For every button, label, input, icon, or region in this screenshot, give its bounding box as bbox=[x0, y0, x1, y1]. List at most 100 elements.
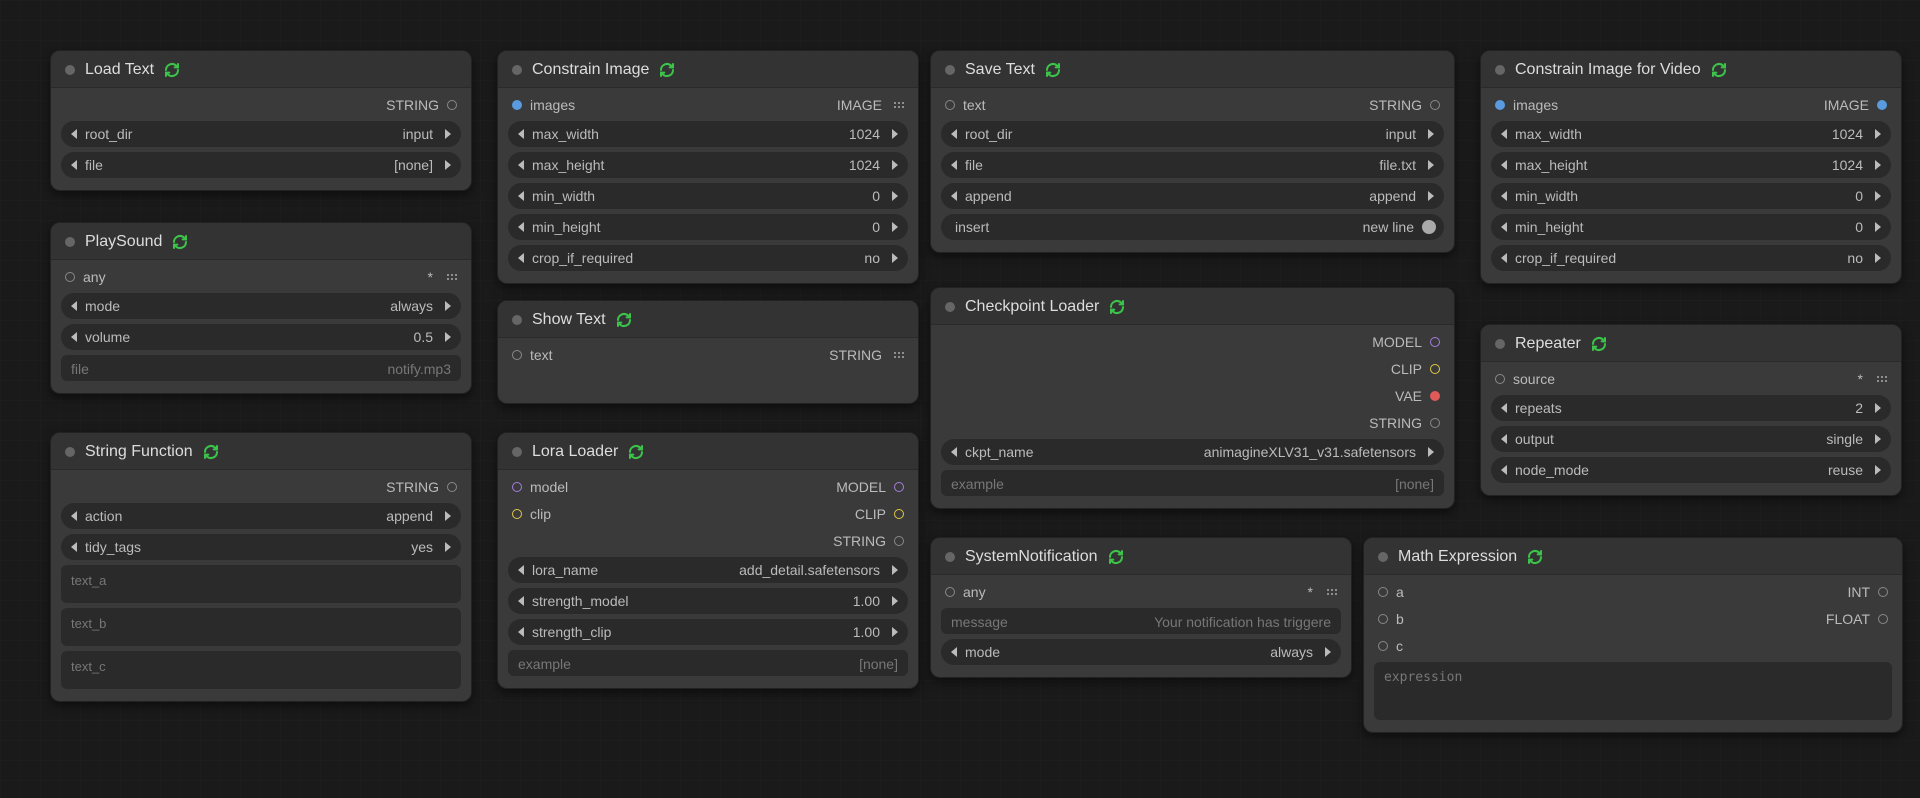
arrow-right-icon[interactable] bbox=[892, 129, 898, 139]
arrow-right-icon[interactable] bbox=[892, 253, 898, 263]
arrow-left-icon[interactable] bbox=[518, 565, 524, 575]
grip-icon[interactable] bbox=[447, 274, 457, 280]
collapse-dot-icon[interactable] bbox=[512, 447, 522, 457]
port-icon[interactable] bbox=[945, 587, 955, 597]
widget-max-width[interactable]: max_width1024 bbox=[508, 121, 908, 147]
widget-output[interactable]: outputsingle bbox=[1491, 426, 1891, 452]
output-image[interactable]: IMAGE bbox=[837, 97, 904, 113]
collapse-dot-icon[interactable] bbox=[1378, 552, 1388, 562]
port-icon[interactable] bbox=[1877, 100, 1887, 110]
widget-mode[interactable]: modealways bbox=[941, 639, 1341, 665]
arrow-right-icon[interactable] bbox=[445, 511, 451, 521]
arrow-right-icon[interactable] bbox=[892, 565, 898, 575]
collapse-dot-icon[interactable] bbox=[65, 447, 75, 457]
arrow-right-icon[interactable] bbox=[1875, 403, 1881, 413]
arrow-right-icon[interactable] bbox=[1428, 447, 1434, 457]
node-header[interactable]: Lora Loader bbox=[498, 433, 918, 470]
arrow-right-icon[interactable] bbox=[1325, 647, 1331, 657]
port-icon[interactable] bbox=[1378, 614, 1388, 624]
arrow-left-icon[interactable] bbox=[1501, 191, 1507, 201]
node-playsound[interactable]: PlaySound any * mode always volume 0.5 bbox=[50, 222, 472, 394]
port-icon[interactable] bbox=[1878, 587, 1888, 597]
widget-crop-if-required[interactable]: crop_if_requiredno bbox=[1491, 245, 1891, 271]
node-header[interactable]: PlaySound bbox=[51, 223, 471, 260]
arrow-left-icon[interactable] bbox=[71, 160, 77, 170]
widget-append[interactable]: appendappend bbox=[941, 183, 1444, 209]
widget-min-height[interactable]: min_height0 bbox=[508, 214, 908, 240]
output-string[interactable]: STRING bbox=[61, 94, 461, 116]
node-system-notification[interactable]: SystemNotification any * message Your no… bbox=[930, 537, 1352, 678]
collapse-dot-icon[interactable] bbox=[512, 315, 522, 325]
grip-icon[interactable] bbox=[894, 102, 904, 108]
port-icon[interactable] bbox=[1378, 587, 1388, 597]
widget-max-width[interactable]: max_width1024 bbox=[1491, 121, 1891, 147]
output-int[interactable]: INT bbox=[1847, 584, 1888, 600]
output-model[interactable]: MODEL bbox=[941, 331, 1444, 353]
output-float[interactable]: FLOAT bbox=[1826, 611, 1888, 627]
port-icon[interactable] bbox=[1430, 337, 1440, 347]
node-header[interactable]: SystemNotification bbox=[931, 538, 1351, 575]
widget-mode[interactable]: mode always bbox=[61, 293, 461, 319]
port-icon[interactable] bbox=[512, 350, 522, 360]
arrow-right-icon[interactable] bbox=[445, 160, 451, 170]
arrow-left-icon[interactable] bbox=[71, 332, 77, 342]
widget-tidy-tags[interactable]: tidy_tags yes bbox=[61, 534, 461, 560]
arrow-right-icon[interactable] bbox=[1875, 253, 1881, 263]
widget-max-height[interactable]: max_height1024 bbox=[508, 152, 908, 178]
port-icon[interactable] bbox=[1495, 374, 1505, 384]
arrow-right-icon[interactable] bbox=[1875, 191, 1881, 201]
widget-file[interactable]: filefile.txt bbox=[941, 152, 1444, 178]
widget-insert[interactable]: insert new line bbox=[941, 214, 1444, 240]
node-header[interactable]: Checkpoint Loader bbox=[931, 288, 1454, 325]
port-icon[interactable] bbox=[1430, 418, 1440, 428]
widget-strength-clip[interactable]: strength_clip1.00 bbox=[508, 619, 908, 645]
node-header[interactable]: Constrain Image for Video bbox=[1481, 51, 1901, 88]
widget-min-width[interactable]: min_width0 bbox=[1491, 183, 1891, 209]
arrow-left-icon[interactable] bbox=[1501, 403, 1507, 413]
textbox-example[interactable]: example [none] bbox=[508, 650, 908, 676]
arrow-right-icon[interactable] bbox=[445, 301, 451, 311]
input-source[interactable]: source bbox=[1495, 371, 1555, 387]
node-header[interactable]: Constrain Image bbox=[498, 51, 918, 88]
arrow-right-icon[interactable] bbox=[1875, 129, 1881, 139]
output-model[interactable]: MODEL bbox=[836, 479, 904, 495]
output-string[interactable]: STRING bbox=[941, 412, 1444, 434]
arrow-right-icon[interactable] bbox=[892, 222, 898, 232]
widget-ckpt-name[interactable]: ckpt_nameanimagineXLV31_v31.safetensors bbox=[941, 439, 1444, 465]
arrow-right-icon[interactable] bbox=[445, 129, 451, 139]
output-string[interactable]: STRING bbox=[829, 347, 904, 363]
port-icon[interactable] bbox=[1430, 391, 1440, 401]
arrow-left-icon[interactable] bbox=[951, 447, 957, 457]
textbox-text-a[interactable]: text_a bbox=[61, 565, 461, 603]
node-constrain-image-video[interactable]: Constrain Image for Video images IMAGE m… bbox=[1480, 50, 1902, 284]
arrow-right-icon[interactable] bbox=[1875, 160, 1881, 170]
widget-node-mode[interactable]: node_modereuse bbox=[1491, 457, 1891, 483]
arrow-right-icon[interactable] bbox=[892, 191, 898, 201]
output-clip[interactable]: CLIP bbox=[941, 358, 1444, 380]
arrow-left-icon[interactable] bbox=[518, 191, 524, 201]
input-images[interactable]: images bbox=[1495, 97, 1558, 113]
collapse-dot-icon[interactable] bbox=[945, 552, 955, 562]
widget-strength-model[interactable]: strength_model1.00 bbox=[508, 588, 908, 614]
collapse-dot-icon[interactable] bbox=[945, 65, 955, 75]
arrow-right-icon[interactable] bbox=[1875, 465, 1881, 475]
input-b[interactable]: b bbox=[1378, 611, 1404, 627]
port-icon[interactable] bbox=[894, 482, 904, 492]
collapse-dot-icon[interactable] bbox=[65, 65, 75, 75]
arrow-right-icon[interactable] bbox=[1875, 434, 1881, 444]
arrow-left-icon[interactable] bbox=[951, 129, 957, 139]
node-save-text[interactable]: Save Text text STRING root_dirinput file… bbox=[930, 50, 1455, 253]
node-constrain-image[interactable]: Constrain Image images IMAGE max_width10… bbox=[497, 50, 919, 284]
node-math-expression[interactable]: Math Expression a INT b FLOAT c expressi… bbox=[1363, 537, 1903, 733]
widget-action[interactable]: action append bbox=[61, 503, 461, 529]
input-a[interactable]: a bbox=[1378, 584, 1404, 600]
port-icon[interactable] bbox=[945, 100, 955, 110]
input-text[interactable]: text bbox=[512, 347, 553, 363]
port-icon[interactable] bbox=[894, 509, 904, 519]
widget-max-height[interactable]: max_height1024 bbox=[1491, 152, 1891, 178]
grip-icon[interactable] bbox=[1327, 589, 1337, 595]
port-icon[interactable] bbox=[512, 100, 522, 110]
textbox-example[interactable]: example [none] bbox=[941, 470, 1444, 496]
arrow-right-icon[interactable] bbox=[1428, 129, 1434, 139]
toggle-icon[interactable] bbox=[1422, 220, 1436, 234]
